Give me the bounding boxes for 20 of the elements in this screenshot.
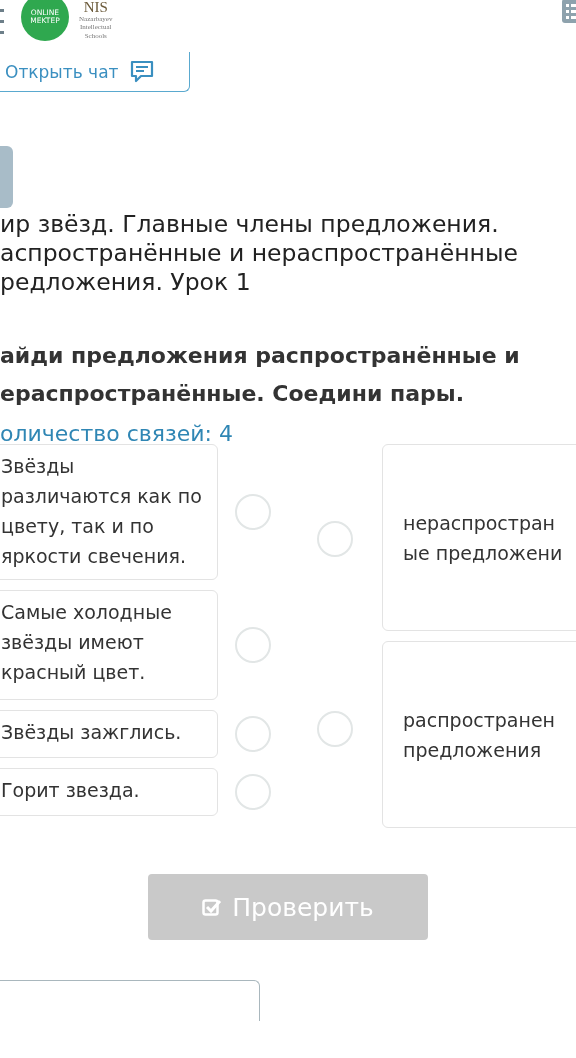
sentence-card[interactable]: Звёзды зажглись. [0,710,218,758]
lesson-title: ир звёзд. Главные члены предложения. аспространённые и нераспространённые редложения. Урок 1 [0,210,519,297]
open-chat-button[interactable]: Открыть чат [0,52,190,92]
connector-dot[interactable] [317,521,353,557]
sentence-card[interactable]: Горит звезда. [0,768,218,816]
connector-dot[interactable] [235,774,271,810]
link-count: оличество связей: 4 [0,421,234,446]
back-button[interactable] [0,980,260,1021]
checkbox-icon [202,897,223,917]
connector-dot[interactable] [235,494,271,530]
category-card[interactable]: нераспростран ые предложени [382,444,576,631]
category-card[interactable]: распространен предложения [382,641,576,828]
partner-logo-name: NIS [83,0,108,15]
sentence-card[interactable]: Самые холодные звёзды имеют красный цвет. [0,590,218,700]
connector-dot[interactable] [235,716,271,752]
connector-dot[interactable] [235,627,271,663]
connector-dot[interactable] [317,711,353,747]
chat-icon [130,59,155,84]
sentence-card[interactable]: Звёзды различаются как по цвету, так и по яркости свечения. [0,444,218,580]
task-instruction: айди предложения распространённые и ераспространённые. Соедини пары. [0,342,521,408]
